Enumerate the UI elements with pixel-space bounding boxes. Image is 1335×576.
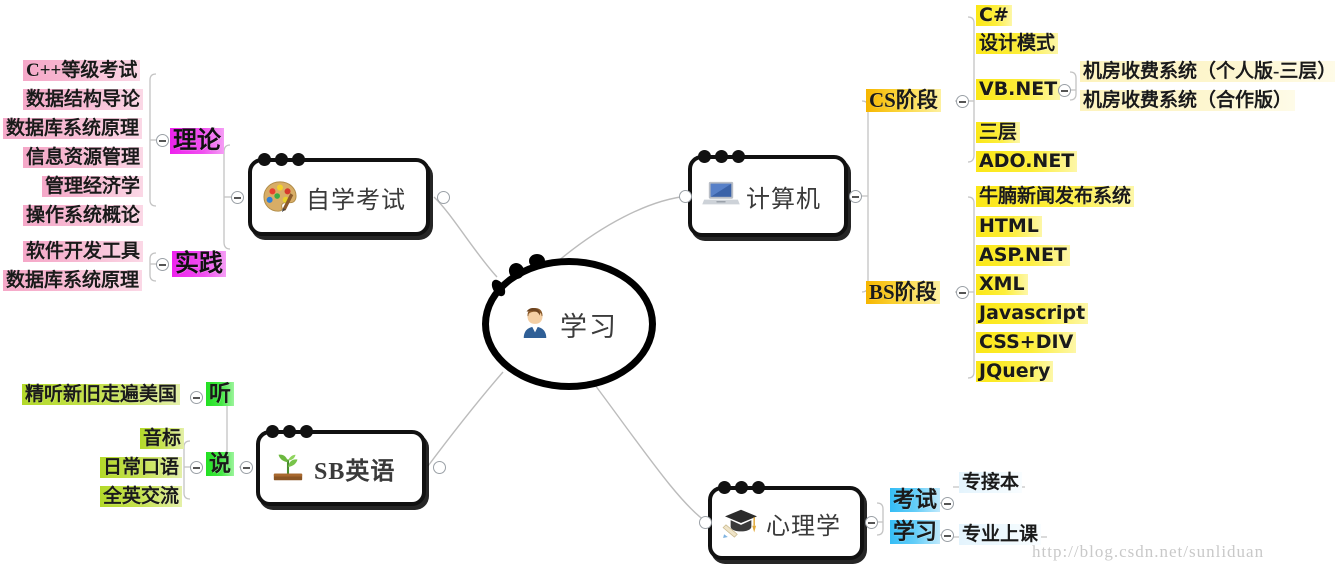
graduation-cap-icon bbox=[722, 506, 758, 540]
group-label-shuo[interactable]: 说 bbox=[206, 452, 235, 476]
leaf-zixue-lilun-2[interactable]: 数据库系统原理 bbox=[3, 118, 143, 139]
collapse-handle-cs[interactable] bbox=[956, 95, 969, 108]
anchor-sbyingyu-right[interactable] bbox=[433, 461, 446, 474]
anchor-jisuanji-left[interactable] bbox=[679, 190, 692, 203]
leaf-zixue-lilun-5[interactable]: 操作系统概论 bbox=[23, 205, 144, 226]
central-node[interactable]: 学习 bbox=[482, 254, 656, 390]
collapse-handle-lilun[interactable] bbox=[156, 134, 169, 147]
leaf-cs-2[interactable]: VB.NET bbox=[976, 79, 1061, 100]
group-label-cs[interactable]: CS阶段 bbox=[866, 89, 941, 112]
anchor-zixue-right[interactable] bbox=[437, 191, 450, 204]
laptop-icon bbox=[702, 179, 740, 213]
connector-lines bbox=[149, 16, 1077, 538]
collapse-handle-bs[interactable] bbox=[956, 286, 969, 299]
leaf-cs-1[interactable]: 设计模式 bbox=[976, 33, 1059, 54]
node-dots-icon bbox=[266, 425, 313, 438]
collapse-handle-zixue[interactable] bbox=[231, 191, 244, 204]
anchor-xinlixue-left[interactable] bbox=[699, 516, 712, 529]
person-avatar-icon bbox=[520, 306, 550, 343]
collapse-handle-ting[interactable] bbox=[190, 391, 203, 404]
branch-node-zixue[interactable]: 自学考试 bbox=[248, 153, 430, 236]
leaf-kaoshi-0[interactable]: 专接本 bbox=[959, 472, 1023, 493]
watermark-text: http://blog.csdn.net/sunliduan bbox=[1032, 542, 1265, 561]
node-dots-icon bbox=[258, 153, 305, 166]
group-label-bs[interactable]: BS阶段 bbox=[866, 281, 940, 304]
group-label-xuexi[interactable]: 学习 bbox=[890, 520, 941, 544]
group-label-shijian[interactable]: 实践 bbox=[172, 251, 226, 277]
group-label-ting[interactable]: 听 bbox=[206, 382, 235, 406]
leaf-shuo-0[interactable]: 音标 bbox=[140, 428, 185, 449]
artist-palette-icon bbox=[262, 180, 298, 214]
collapse-handle-shijian[interactable] bbox=[156, 258, 169, 271]
leaf-bs-3[interactable]: XML bbox=[976, 274, 1028, 295]
leaf-ting-0[interactable]: 精听新旧走遍美国 bbox=[22, 384, 181, 405]
leaf-xuexi-0[interactable]: 专业上课 bbox=[959, 524, 1042, 545]
branch-label-sbyingyu: SB英语 bbox=[314, 458, 396, 485]
leaf-cs-4[interactable]: ADO.NET bbox=[976, 151, 1078, 172]
branch-node-xinlixue[interactable]: 心理学 bbox=[708, 481, 864, 560]
leaf-bs-2[interactable]: ASP.NET bbox=[976, 245, 1070, 266]
leaf-cs-0[interactable]: C# bbox=[976, 5, 1012, 26]
seedling-icon bbox=[270, 451, 306, 485]
leaf-bs-5[interactable]: CSS+DIV bbox=[976, 332, 1077, 353]
collapse-handle-shuo[interactable] bbox=[190, 461, 203, 474]
collapse-handle-jisuanji[interactable] bbox=[849, 190, 862, 203]
mindmap-canvas: 学习 自学考试 计算机 SB英语 心理学 理论 实践 C++等级考试 数据结构导… bbox=[0, 0, 1335, 576]
leaf-cs-3[interactable]: 三层 bbox=[976, 122, 1021, 143]
group-label-kaoshi[interactable]: 考试 bbox=[890, 488, 941, 512]
leaf-shuo-1[interactable]: 日常口语 bbox=[100, 457, 183, 478]
collapse-handle-sbyingyu[interactable] bbox=[240, 461, 253, 474]
collapse-handle-vbnet[interactable] bbox=[1058, 84, 1071, 97]
leaf-zixue-lilun-4[interactable]: 管理经济学 bbox=[42, 176, 144, 197]
leaf-vbnet-sub-0[interactable]: 机房收费系统（个人版-三层） bbox=[1080, 61, 1335, 82]
branch-label-jisuanji: 计算机 bbox=[746, 186, 821, 213]
leaf-zixue-shijian-1[interactable]: 数据库系统原理 bbox=[3, 270, 143, 291]
branch-node-jisuanji[interactable]: 计算机 bbox=[688, 150, 848, 237]
leaf-bs-1[interactable]: HTML bbox=[976, 216, 1042, 237]
leaf-zixue-lilun-3[interactable]: 信息资源管理 bbox=[23, 147, 144, 168]
leaf-vbnet-sub-1[interactable]: 机房收费系统（合作版） bbox=[1080, 90, 1296, 111]
leaf-zixue-shijian-0[interactable]: 软件开发工具 bbox=[23, 241, 144, 262]
node-dots-icon bbox=[718, 481, 765, 494]
branch-label-zixue: 自学考试 bbox=[306, 187, 406, 214]
collapse-handle-xuexi[interactable] bbox=[941, 529, 954, 542]
leaf-bs-4[interactable]: Javascript bbox=[976, 303, 1089, 324]
leaf-zixue-lilun-1[interactable]: 数据结构导论 bbox=[23, 89, 144, 110]
collapse-handle-kaoshi[interactable] bbox=[941, 497, 954, 510]
node-dots-icon bbox=[698, 150, 745, 163]
leaf-bs-0[interactable]: 牛腩新闻发布系统 bbox=[976, 186, 1135, 207]
collapse-handle-xinlixue[interactable] bbox=[865, 516, 878, 529]
leaf-bs-6[interactable]: JQuery bbox=[976, 361, 1054, 382]
group-label-lilun[interactable]: 理论 bbox=[170, 128, 224, 154]
leaf-zixue-lilun-0[interactable]: C++等级考试 bbox=[23, 60, 141, 81]
leaf-shuo-2[interactable]: 全英交流 bbox=[100, 486, 183, 507]
branch-node-sbyingyu[interactable]: SB英语 bbox=[256, 425, 426, 506]
branch-label-xinlixue: 心理学 bbox=[766, 513, 841, 540]
central-label: 学习 bbox=[560, 311, 618, 342]
